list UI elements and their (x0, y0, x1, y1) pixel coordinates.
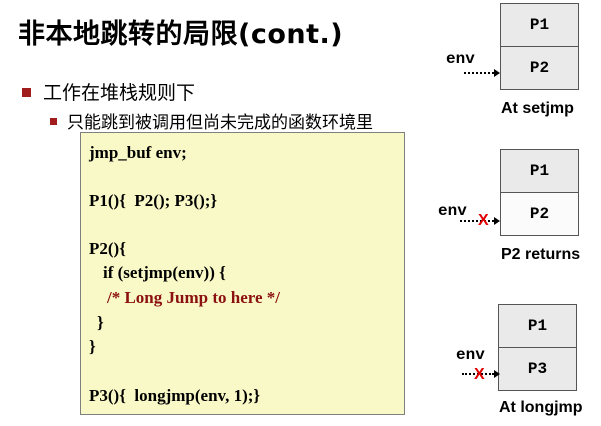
slide-title: 非本地跳转的局限(cont.) (18, 19, 344, 50)
caption-p2-returns: P2 returns (501, 246, 581, 263)
stack-frame-p1: P1 (529, 162, 550, 180)
bullet-square-icon (50, 118, 57, 125)
invalid-cross-icon: X (474, 366, 485, 383)
code-line: P2(){ (89, 239, 126, 258)
code-line: } (97, 313, 104, 332)
invalid-cross-icon: X (478, 212, 489, 229)
code-line: P1(){ P2(); P3();} (89, 191, 218, 210)
env-label: env (446, 50, 475, 68)
code-box: jmp_buf env; P1(){ P2(); P3();} P2(){ if… (80, 132, 405, 415)
bullet-text: 工作在堆栈规则下 (43, 82, 196, 104)
env-label: env (456, 346, 485, 364)
stack-frame-p2: P2 (501, 192, 578, 235)
stack-diagram-p2-returns: P1 P2 (500, 149, 579, 236)
caption-longjmp: At longjmp (499, 399, 583, 416)
bullet-square-icon (22, 88, 31, 97)
bullet-level2: 只能跳到被调用但尚未完成的函数环境里 (50, 108, 373, 133)
code-line: if (setjmp(env)) { (103, 263, 226, 282)
code-line: P3(){ longjmp(env, 1);} (89, 386, 261, 405)
caption-setjmp: At setjmp (501, 100, 574, 117)
env-arrow-icon (464, 69, 500, 77)
stack-diagram-longjmp: P1 P3 (498, 304, 577, 391)
bullet-text: 只能跳到被调用但尚未完成的函数环境里 (67, 113, 373, 133)
stack-frame-p1: P1 (529, 16, 550, 34)
stack-diagram-setjmp: P1 P2 (500, 3, 579, 90)
bullet-level1: 工作在堆栈规则下 (22, 78, 195, 105)
env-label: env (438, 202, 467, 220)
code-line: } (89, 337, 96, 356)
code-line: jmp_buf env; (89, 143, 187, 162)
stack-frame-p3: P3 (499, 347, 576, 390)
stack-frame-p1: P1 (527, 317, 548, 335)
stack-frame-p2: P2 (501, 46, 578, 89)
code-comment: /* Long Jump to here */ (107, 288, 281, 307)
